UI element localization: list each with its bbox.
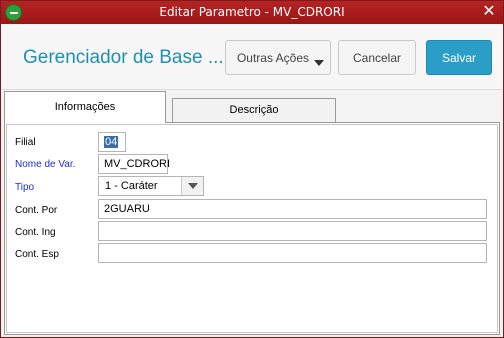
outras-acoes-label: Outras Ações (236, 50, 310, 65)
cont-por-field[interactable]: 2GUARU (98, 199, 487, 219)
tipo-value: 1 - Caráter (105, 180, 158, 192)
window-title: Editar Parametro - MV_CDRORI (159, 5, 345, 19)
tab-informacoes[interactable]: Informações (4, 91, 166, 123)
tipo-label: Tipo (15, 182, 35, 193)
nome-var-label: Nome de Var. (15, 159, 76, 170)
cont-por-label: Cont. Por (15, 205, 58, 216)
close-icon[interactable]: ✕ (480, 3, 498, 21)
form-panel: Filial 04 Nome de Var. MV_CDRORI Tipo 1 … (4, 122, 500, 335)
outras-acoes-button[interactable]: Outras Ações (225, 40, 331, 75)
form-area: Filial 04 Nome de Var. MV_CDRORI Tipo 1 … (6, 124, 498, 333)
cont-esp-field[interactable] (98, 243, 487, 263)
title-bar: Editar Parametro - MV_CDRORI ✕ (1, 1, 503, 24)
nome-var-field[interactable]: MV_CDRORI (98, 154, 170, 174)
tab-informacoes-label: Informações (54, 101, 116, 113)
tab-descricao[interactable]: Descrição (172, 98, 336, 122)
cont-ing-field[interactable] (98, 221, 487, 241)
chevron-down-icon[interactable] (181, 177, 203, 195)
filial-label: Filial (15, 137, 36, 148)
tipo-select[interactable]: 1 - Caráter (98, 176, 204, 196)
dialog-window: Editar Parametro - MV_CDRORI ✕ Gerenciad… (0, 0, 504, 338)
tab-descricao-label: Descrição (229, 104, 279, 116)
chevron-down-icon (314, 60, 324, 66)
cont-ing-label: Cont. Ing (15, 227, 56, 238)
filial-value: 04 (104, 136, 119, 148)
page-title: Gerenciador de Base ... (23, 47, 224, 68)
tab-bar: Informações Descrição (1, 90, 503, 123)
filial-field[interactable]: 04 (98, 132, 126, 152)
save-button[interactable]: Salvar (426, 40, 492, 75)
cont-esp-label: Cont. Esp (15, 249, 59, 260)
header-bar: Gerenciador de Base ... Outras Ações Can… (1, 24, 503, 90)
cancel-button[interactable]: Cancelar (338, 40, 416, 75)
